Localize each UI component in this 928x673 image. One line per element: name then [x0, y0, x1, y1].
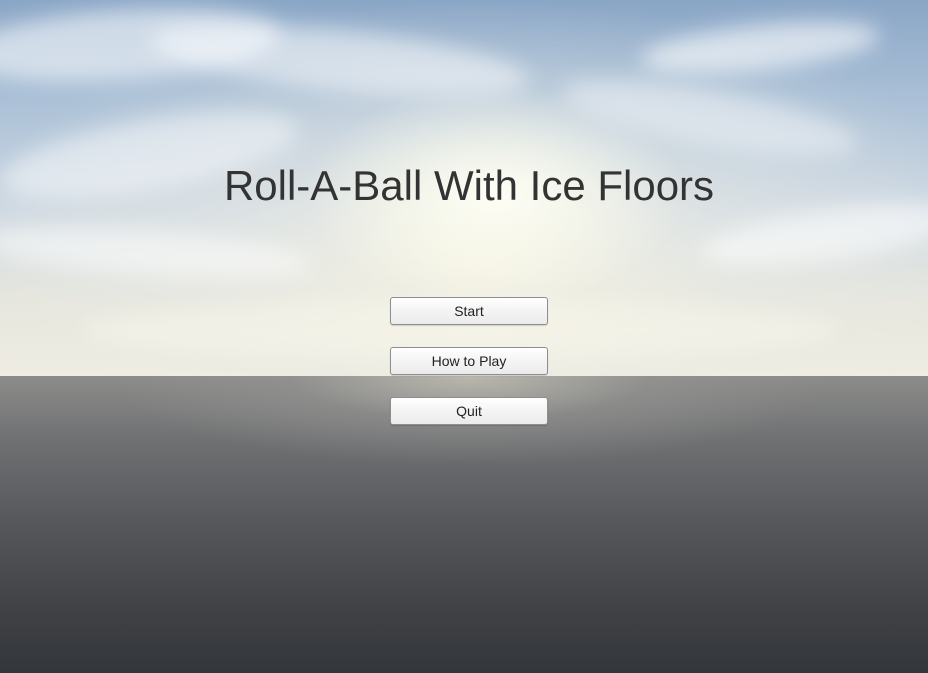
start-button[interactable]: Start	[390, 297, 548, 325]
cloud	[0, 218, 312, 287]
main-menu-screen: Roll-A-Ball With Ice Floors Start How to…	[0, 0, 928, 673]
game-title: Roll-A-Ball With Ice Floors	[223, 162, 715, 209]
cloud	[147, 10, 533, 110]
how-to-play-button[interactable]: How to Play	[390, 347, 548, 375]
quit-button[interactable]: Quit	[390, 397, 548, 425]
cloud	[638, 12, 882, 83]
cloud	[557, 64, 863, 171]
